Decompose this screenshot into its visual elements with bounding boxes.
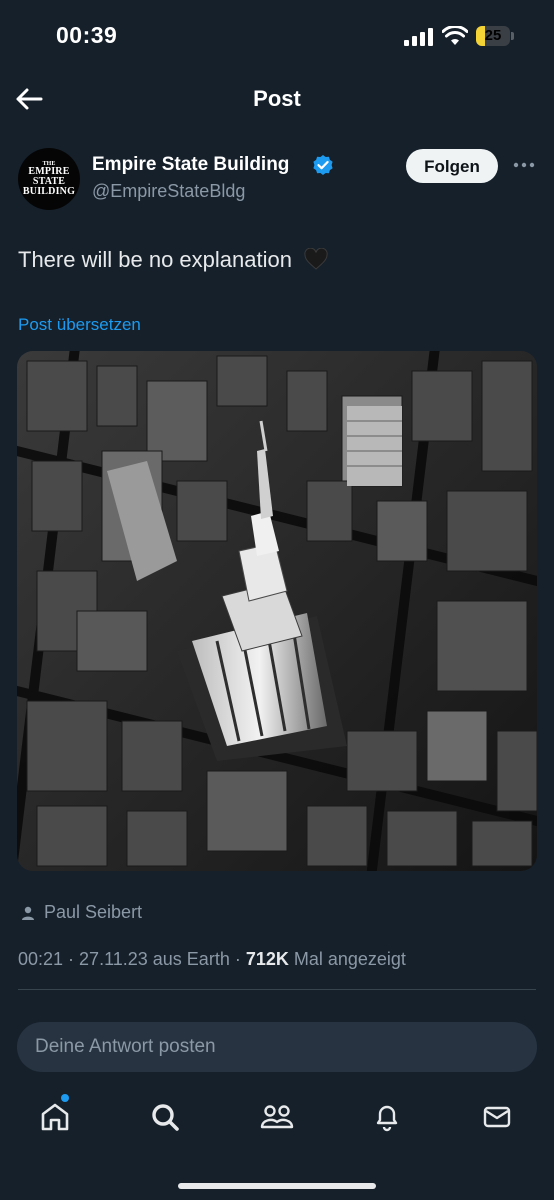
follow-button[interactable]: Folgen: [406, 149, 498, 183]
aerial-city-photo: [17, 351, 537, 871]
nav-communities[interactable]: [250, 1090, 304, 1144]
author-handle[interactable]: @EmpireStateBldg: [92, 181, 245, 202]
status-time: 00:39: [56, 22, 118, 48]
cellular-signal-icon: [404, 28, 433, 46]
battery-indicator: 25: [476, 26, 516, 46]
home-icon: [41, 1103, 69, 1131]
more-options-icon[interactable]: [512, 158, 536, 172]
view-count: 712K: [245, 949, 289, 969]
post-date: 27.11.23: [79, 949, 148, 969]
post-text-container: There will be no explanation: [18, 247, 328, 273]
communities-icon: [260, 1105, 294, 1129]
author-name[interactable]: Empire State Building: [92, 154, 289, 176]
post-time: 00:21: [18, 949, 64, 969]
post-source: aus Earth ·: [147, 949, 246, 969]
search-icon: [152, 1104, 179, 1131]
post-meta: 00:21 · 27.11.23 aus Earth · 712K Mal an…: [18, 949, 406, 970]
divider: [18, 989, 536, 990]
post-image[interactable]: [17, 351, 537, 871]
nav-notifications[interactable]: [360, 1090, 414, 1144]
home-indicator[interactable]: [178, 1183, 376, 1189]
bell-icon: [376, 1105, 398, 1132]
battery-percent: 25: [484, 27, 502, 44]
notification-dot: [61, 1094, 69, 1102]
avatar[interactable]: THE EMPIRE STATE BUILDING: [18, 148, 80, 210]
verified-badge-icon[interactable]: [312, 154, 334, 176]
wifi-icon: [442, 26, 468, 45]
bottom-nav: [0, 1090, 554, 1144]
avatar-text-building: BUILDING: [22, 186, 76, 197]
translate-post-link[interactable]: Post übersetzen: [18, 315, 141, 335]
nav-home[interactable]: [28, 1090, 82, 1144]
nav-search[interactable]: [138, 1090, 192, 1144]
person-icon: [22, 906, 34, 920]
black-heart-icon: [304, 248, 328, 270]
view-label: Mal angezeigt: [288, 949, 406, 969]
mail-icon: [483, 1106, 511, 1128]
photo-credit[interactable]: Paul Seibert: [44, 902, 142, 923]
nav-messages[interactable]: [470, 1090, 524, 1144]
post-text: There will be no explanation: [18, 247, 292, 272]
reply-input[interactable]: [17, 1022, 537, 1072]
meta-separator: ·: [63, 949, 80, 969]
page-title: Post: [253, 86, 301, 111]
